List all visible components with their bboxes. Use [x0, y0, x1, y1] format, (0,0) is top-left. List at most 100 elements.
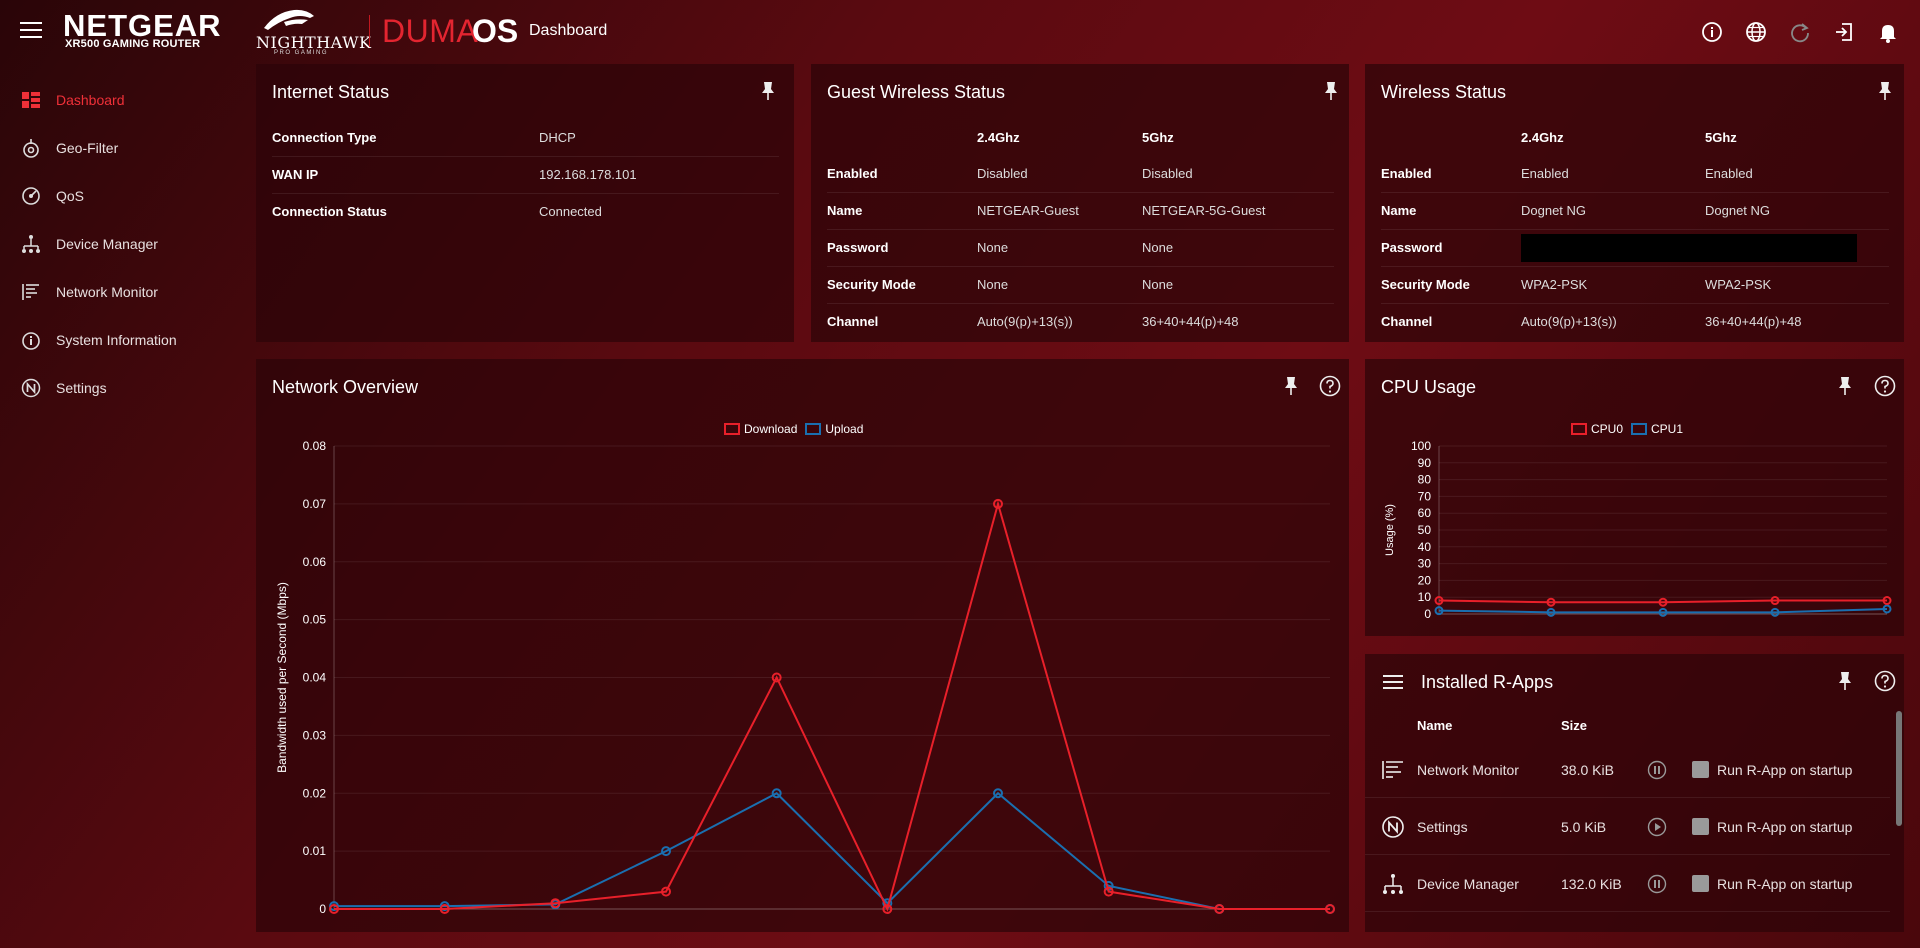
nighthawk-logo: NIGHTHAWK PRO GAMING [256, 6, 371, 56]
brand-divider [369, 15, 370, 47]
y-tick-label: 100 [1411, 439, 1431, 453]
startup-checkbox[interactable] [1692, 875, 1709, 892]
y-tick-label: 0.02 [303, 786, 327, 800]
y-tick-label: 0 [319, 902, 326, 916]
table-row: Connection Type DHCP [272, 119, 779, 157]
table-row: WAN IP 192.168.178.101 [272, 156, 779, 194]
row-key: Password [827, 229, 977, 267]
sidebar-item-label: Settings [56, 380, 107, 396]
settings-icon [1382, 816, 1404, 838]
dashboard-icon [20, 89, 42, 111]
os-logo: OS [472, 13, 519, 49]
sidebar-item-qos[interactable]: QoS [0, 172, 240, 220]
wireless-status-card: Wireless Status 2.4Ghz 5Ghz Enabled Enable… [1365, 64, 1904, 342]
pin-icon[interactable] [1321, 80, 1341, 102]
pause-icon[interactable] [1647, 874, 1667, 894]
play-icon[interactable] [1647, 817, 1667, 837]
y-tick-label: 0.05 [303, 613, 327, 627]
y-tick-label: 0.01 [303, 844, 327, 858]
list-item: Device Manager 132.0 KiB Run R-App on st… [1365, 855, 1890, 912]
y-tick-label: 20 [1418, 573, 1432, 587]
row-key: Connection Type [272, 119, 539, 157]
sidebar-item-label: QoS [56, 188, 85, 204]
sidebar-item-network-monitor[interactable]: Network Monitor [0, 268, 240, 316]
row-key: Name [827, 192, 977, 230]
y-tick-label: 0.03 [303, 728, 327, 742]
column-header-5ghz: 5Ghz [1705, 129, 1737, 145]
scrollbar[interactable] [1896, 711, 1902, 826]
y-tick-label: 0.08 [303, 439, 327, 453]
row-value: WPA2-PSK [1521, 266, 1705, 304]
table-row: Password [1381, 229, 1889, 267]
router-model: XR500 GAMING ROUTER [65, 38, 201, 50]
sidebar-item-system-information[interactable]: System Information [0, 316, 240, 364]
pin-icon[interactable] [1875, 80, 1895, 102]
startup-checkbox-label: Run R-App on startup [1717, 819, 1853, 835]
row-key: Channel [1381, 314, 1433, 330]
menu-icon[interactable] [20, 22, 42, 40]
row-value: None [977, 266, 1142, 304]
logout-icon[interactable] [1832, 20, 1856, 44]
card-title: Internet Status [272, 82, 390, 102]
sidebar-item-settings[interactable]: Settings [0, 364, 240, 412]
system-info-icon [20, 329, 42, 351]
list-menu-icon[interactable] [1383, 674, 1403, 690]
row-value: Enabled [1705, 155, 1889, 193]
top-bar: NETGEAR XR500 GAMING ROUTER NIGHTHAWK PR… [0, 0, 1920, 64]
header-cell [827, 119, 977, 155]
row-value: 36+40+44(p)+48 [1142, 314, 1239, 330]
sidebar-item-label: Dashboard [56, 92, 125, 108]
y-axis-label: Bandwidth used per Second (Mbps) [275, 582, 289, 773]
table-row: Enabled Disabled Disabled [827, 155, 1334, 193]
wireless-table: 2.4Ghz 5Ghz Enabled Enabled Enabled Name Dog… [1381, 119, 1889, 340]
row-value: 192.168.178.101 [539, 156, 779, 194]
row-key: Enabled [1381, 155, 1521, 193]
pin-icon[interactable] [1835, 670, 1855, 692]
y-tick-label: 30 [1418, 557, 1432, 571]
startup-checkbox[interactable] [1692, 818, 1709, 835]
help-icon[interactable] [1874, 670, 1896, 692]
sidebar-item-geo-filter[interactable]: Geo-Filter [0, 124, 240, 172]
guest-wireless-table: 2.4Ghz 5Ghz Enabled Disabled Disabled Name N… [827, 119, 1334, 340]
row-value: 36+40+44(p)+48 [1705, 314, 1802, 330]
list-item: Network Monitor 38.0 KiB Run R-App on st… [1365, 741, 1890, 798]
table-row: Channel Auto(9(p)+13(s)) 36+40+44(p)+48 [1381, 303, 1889, 340]
y-tick-label: 50 [1418, 523, 1432, 537]
internet-status-card: Internet Status Connection Type DHCP WAN … [256, 64, 794, 342]
bell-icon[interactable] [1876, 20, 1900, 44]
table-row: Security Mode WPA2-PSK WPA2-PSK [1381, 266, 1889, 304]
row-value: None [1142, 229, 1334, 267]
startup-checkbox-label: Run R-App on startup [1717, 762, 1853, 778]
row-key: Password [1381, 229, 1521, 267]
internet-status-table: Connection Type DHCP WAN IP 192.168.178.10… [272, 119, 779, 230]
installed-rapps-card: Installed R-Apps Name Size Network Monit… [1365, 654, 1904, 932]
sidebar-item-dashboard[interactable]: Dashboard [0, 76, 240, 124]
row-key: Name [1381, 192, 1521, 230]
refresh-icon[interactable] [1788, 20, 1812, 44]
guest-wireless-status-card: Guest Wireless Status 2.4Ghz 5Ghz Enabled… [811, 64, 1349, 342]
sidebar-item-label: System Information [56, 332, 177, 348]
pin-icon[interactable] [758, 80, 778, 102]
row-value [1521, 229, 1889, 267]
table-row: Password None None [827, 229, 1334, 267]
rapp-name: Device Manager [1417, 876, 1519, 892]
pause-icon[interactable] [1647, 760, 1667, 780]
network-overview-chart: 0 0.01 0.02 0.03 0.04 0.05 0.06 0.07 0.08 Bandwid… [275, 439, 1335, 916]
y-tick-label: 0.06 [303, 555, 327, 569]
row-value: Dognet NG [1705, 192, 1889, 230]
rapp-size: 38.0 KiB [1561, 762, 1614, 778]
row-key: WAN IP [272, 156, 539, 194]
sidebar-item-device-manager[interactable]: Device Manager [0, 220, 240, 268]
row-value: None [977, 229, 1142, 267]
row-key: Connection Status [272, 204, 387, 220]
info-icon[interactable] [1700, 20, 1724, 44]
y-tick-label: 0.07 [303, 497, 327, 511]
page-title: Dashboard [529, 22, 608, 39]
row-value: DHCP [539, 119, 779, 157]
y-tick-label: 10 [1418, 590, 1432, 604]
startup-checkbox[interactable] [1692, 761, 1709, 778]
nighthawk-subtitle: PRO GAMING [274, 50, 329, 56]
globe-icon[interactable] [1744, 20, 1768, 44]
row-value: Dognet NG [1521, 192, 1705, 230]
row-value: None [1142, 266, 1334, 304]
